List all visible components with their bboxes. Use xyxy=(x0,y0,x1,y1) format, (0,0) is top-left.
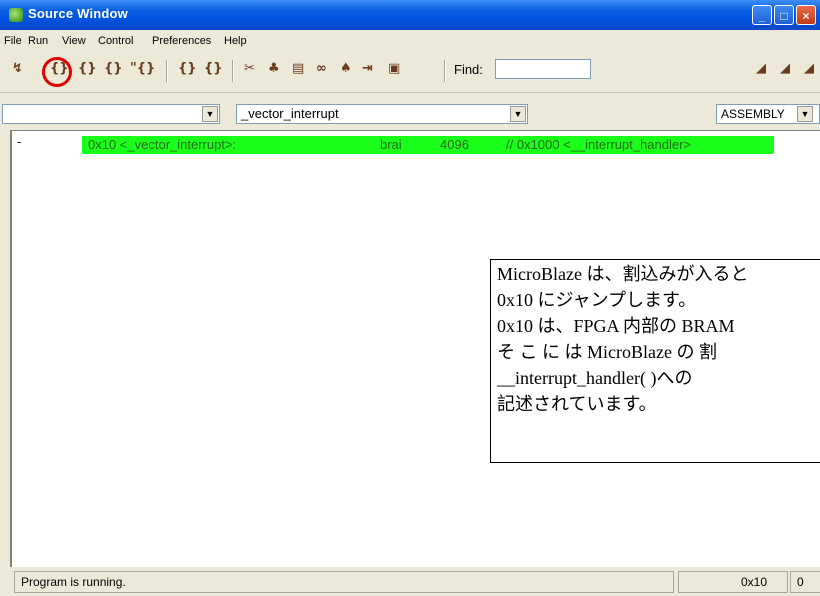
toolbar-separator xyxy=(444,60,446,82)
source-window: Source Window _ □ × File Run View Contro… xyxy=(0,0,820,596)
toolbar-separator xyxy=(232,60,234,82)
menu-control[interactable]: Control xyxy=(98,35,133,47)
status-extra: 0 xyxy=(790,571,820,593)
app-icon xyxy=(9,8,23,22)
menu-run[interactable]: Run xyxy=(28,35,48,47)
current-source-line[interactable]: 0x10 <_vector_interrupt>: brai 4096 // 0… xyxy=(82,136,774,154)
maximize-button[interactable]: □ xyxy=(774,5,794,25)
status-bar: Program is running. 0x10 0 xyxy=(0,568,820,596)
stack-icon[interactable]: ▤ xyxy=(292,60,304,78)
stop-icon[interactable]: {} xyxy=(50,60,69,78)
note-line: 0x10 にジャンプします。 xyxy=(497,290,697,310)
source-operand: 4096 xyxy=(440,137,469,152)
chevron-down-icon[interactable]: ▼ xyxy=(797,106,813,122)
selector-row: ▼ _vector_interrupt ▼ ASSEMBLY ▼ xyxy=(0,104,820,128)
step-icon[interactable]: {} xyxy=(78,60,97,78)
function-combo-value: _vector_interrupt xyxy=(241,106,339,121)
window-title: Source Window xyxy=(28,6,128,21)
mode-combo[interactable]: ASSEMBLY ▼ xyxy=(716,104,820,124)
nav-up-icon[interactable]: ◢ xyxy=(756,60,766,78)
mode-combo-value: ASSEMBLY xyxy=(721,107,785,121)
minimize-button[interactable]: _ xyxy=(752,5,772,25)
note-line: 記述されています。 xyxy=(497,394,657,414)
breakpoints-icon[interactable]: ⇥ xyxy=(362,60,373,78)
chevron-down-icon[interactable]: ▼ xyxy=(510,106,526,122)
toolbar-separator xyxy=(166,60,168,82)
watch-icon[interactable]: ∞ xyxy=(316,60,327,78)
annotation-box: MicroBlaze は、割込みが入ると 0x10 にジャンプします。 0x10… xyxy=(490,259,820,463)
status-address: 0x10 xyxy=(678,571,788,593)
console-icon[interactable]: ▣ xyxy=(388,60,400,78)
nav-down-icon[interactable]: ◢ xyxy=(780,60,790,78)
chevron-down-icon[interactable]: ▼ xyxy=(202,106,218,122)
registers-icon[interactable]: ✂ xyxy=(244,60,255,78)
file-combo[interactable]: ▼ xyxy=(2,104,220,124)
nav-bottom-icon[interactable]: ◢ xyxy=(804,60,814,78)
source-mnemonic: brai xyxy=(380,137,402,152)
memory-icon[interactable]: ♣ xyxy=(268,60,280,78)
menu-file[interactable]: File xyxy=(4,35,22,47)
menu-help[interactable]: Help xyxy=(224,35,247,47)
menu-preferences[interactable]: Preferences xyxy=(152,35,211,47)
finish-icon[interactable]: "{} xyxy=(130,60,155,78)
line-marker[interactable]: - xyxy=(17,134,21,149)
next-icon[interactable]: {} xyxy=(104,60,123,78)
title-bar: Source Window _ □ × xyxy=(0,0,820,30)
toolbar: ↯ {} {} {} "{} {} {} ✂ ♣ ▤ ∞ ♠ ⇥ ▣ Find:… xyxy=(0,52,820,93)
nexti-icon[interactable]: {} xyxy=(204,60,223,78)
note-line: そ こ に は MicroBlaze の 割 xyxy=(497,342,717,362)
menu-view[interactable]: View xyxy=(62,35,86,47)
menu-bar: File Run View Control Preferences Help xyxy=(0,30,820,52)
run-icon[interactable]: ↯ xyxy=(12,60,23,78)
function-combo[interactable]: _vector_interrupt ▼ xyxy=(236,104,528,124)
source-comment: // 0x1000 <__interrupt_handler> xyxy=(506,137,692,152)
find-label: Find: xyxy=(454,62,483,77)
find-input[interactable] xyxy=(495,59,591,79)
stepi-icon[interactable]: {} xyxy=(178,60,197,78)
close-button[interactable]: × xyxy=(796,5,816,25)
note-line: MicroBlaze は、割込みが入ると xyxy=(497,264,749,284)
note-line: 0x10 は、FPGA 内部の BRAM xyxy=(497,316,735,336)
locals-icon[interactable]: ♠ xyxy=(340,60,352,78)
status-message: Program is running. xyxy=(14,571,674,593)
source-address: 0x10 <_vector_interrupt>: xyxy=(88,137,237,152)
note-line: __interrupt_handler( )への xyxy=(497,368,693,388)
